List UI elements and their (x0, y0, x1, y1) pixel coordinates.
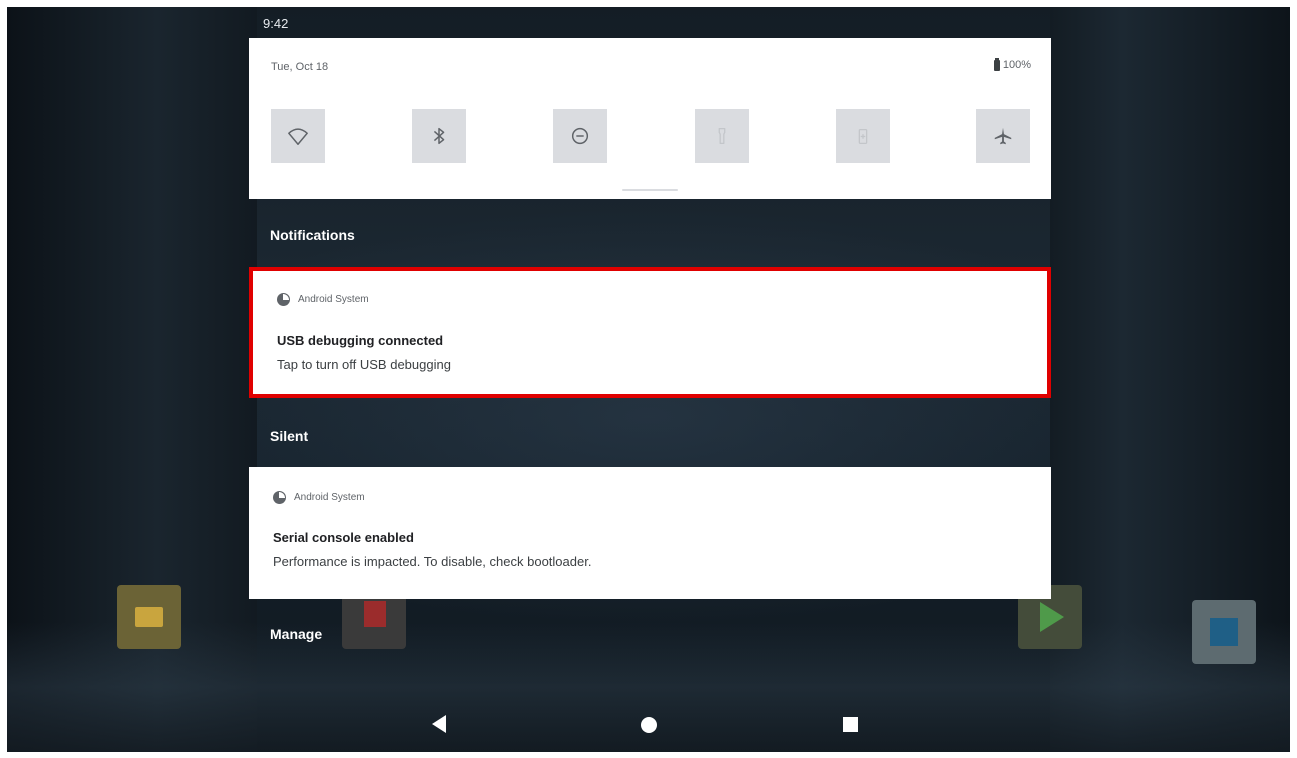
section-silent-label: Silent (270, 428, 309, 444)
status-bar-time: 9:42 (263, 16, 289, 31)
navigation-bar (7, 697, 1290, 752)
tile-wifi[interactable] (271, 109, 325, 163)
notification-title: USB debugging connected (277, 333, 444, 348)
tile-airplane-mode[interactable] (976, 109, 1030, 163)
notification-text: Performance is impacted. To disable, che… (273, 554, 592, 569)
do-not-disturb-icon (571, 127, 589, 145)
airplane-mode-icon (994, 127, 1012, 145)
tile-battery-saver[interactable] (836, 109, 890, 163)
tile-do-not-disturb[interactable] (553, 109, 607, 163)
tile-bluetooth[interactable] (412, 109, 466, 163)
notification-app-name: Android System (298, 294, 369, 305)
section-notifications-label: Notifications (270, 227, 355, 243)
android-system-icon (277, 293, 290, 306)
quick-settings-panel[interactable]: Tue, Oct 18 100% (249, 38, 1051, 199)
quick-settings-date[interactable]: Tue, Oct 18 (271, 61, 328, 73)
home-gallery-app-icon (1192, 600, 1256, 664)
android-system-icon (273, 491, 286, 504)
battery-percent: 100% (1002, 59, 1031, 71)
quick-settings-expand-handle[interactable] (622, 189, 678, 191)
notification-app-name: Android System (294, 492, 365, 503)
back-icon[interactable] (432, 715, 446, 733)
battery-status[interactable]: 100% (993, 57, 1031, 71)
tile-flashlight[interactable] (695, 109, 749, 163)
notification-app-header: Android System (277, 293, 369, 306)
notification-serial-console[interactable]: Android System Serial console enabled Pe… (249, 467, 1051, 599)
notification-app-header: Android System (273, 491, 365, 504)
notification-text: Tap to turn off USB debugging (277, 357, 451, 372)
battery-saver-icon (858, 128, 868, 144)
home-icon[interactable] (641, 717, 657, 733)
home-files-app-icon (117, 585, 181, 649)
notification-title: Serial console enabled (273, 530, 414, 545)
battery-icon (993, 57, 1000, 71)
bluetooth-icon (433, 127, 445, 145)
manage-notifications-button[interactable]: Manage (270, 626, 322, 642)
android-screen: 9:42 Tue, Oct 18 100% Notifications Andr… (7, 7, 1290, 752)
wifi-icon (288, 128, 308, 145)
flashlight-icon (718, 128, 726, 144)
notification-usb-debugging[interactable]: Android System USB debugging connected T… (249, 267, 1051, 398)
recents-icon[interactable] (843, 717, 858, 732)
